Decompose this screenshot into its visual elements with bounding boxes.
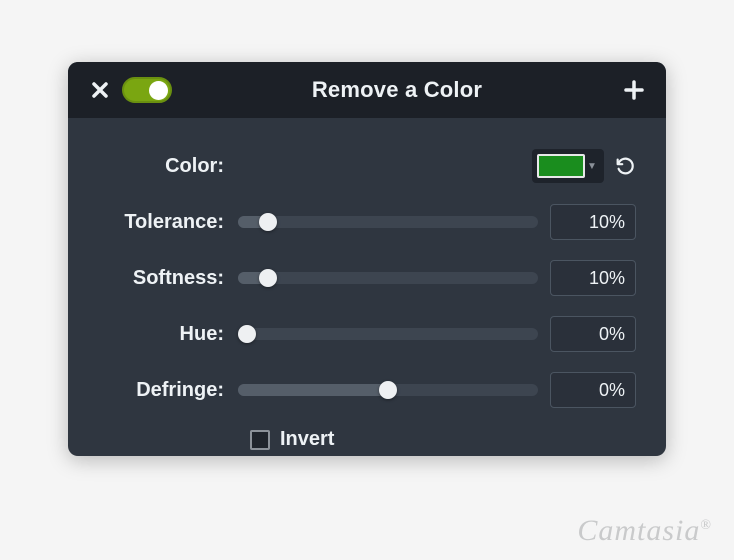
plus-icon[interactable] [622, 80, 646, 100]
slider-thumb [238, 325, 256, 343]
close-icon[interactable] [88, 82, 112, 98]
defringe-input[interactable] [550, 372, 636, 408]
defringe-row: Defringe: [98, 372, 636, 408]
tolerance-slider[interactable] [238, 216, 538, 228]
hue-row: Hue: [98, 316, 636, 352]
color-label: Color: [98, 155, 238, 178]
titlebar: Remove a Color [68, 62, 666, 118]
softness-label: Softness: [98, 267, 238, 290]
invert-checkbox[interactable] [250, 430, 270, 450]
toggle-thumb [149, 81, 168, 100]
slider-thumb [259, 213, 277, 231]
defringe-slider[interactable] [238, 384, 538, 396]
remove-color-panel: Remove a Color Color: ▼ Tolerance: [68, 62, 666, 456]
enable-toggle[interactable] [122, 77, 172, 103]
tolerance-row: Tolerance: [98, 204, 636, 240]
panel-content: Color: ▼ Tolerance: Softness: [68, 118, 666, 456]
color-picker[interactable]: ▼ [532, 149, 604, 183]
softness-row: Softness: [98, 260, 636, 296]
tolerance-label: Tolerance: [98, 211, 238, 234]
invert-label: Invert [280, 428, 334, 451]
slider-thumb [259, 269, 277, 287]
softness-input[interactable] [550, 260, 636, 296]
color-row: Color: ▼ [98, 148, 636, 184]
slider-thumb [379, 381, 397, 399]
slider-fill [238, 384, 388, 396]
invert-row: Invert [250, 428, 636, 451]
color-swatch [537, 154, 585, 178]
hue-input[interactable] [550, 316, 636, 352]
hue-slider[interactable] [238, 328, 538, 340]
tolerance-input[interactable] [550, 204, 636, 240]
watermark: Camtasia® [577, 514, 712, 548]
panel-title: Remove a Color [172, 77, 622, 103]
softness-slider[interactable] [238, 272, 538, 284]
hue-label: Hue: [98, 323, 238, 346]
reset-icon[interactable] [614, 155, 636, 177]
defringe-label: Defringe: [98, 379, 238, 402]
chevron-down-icon: ▼ [585, 161, 599, 172]
